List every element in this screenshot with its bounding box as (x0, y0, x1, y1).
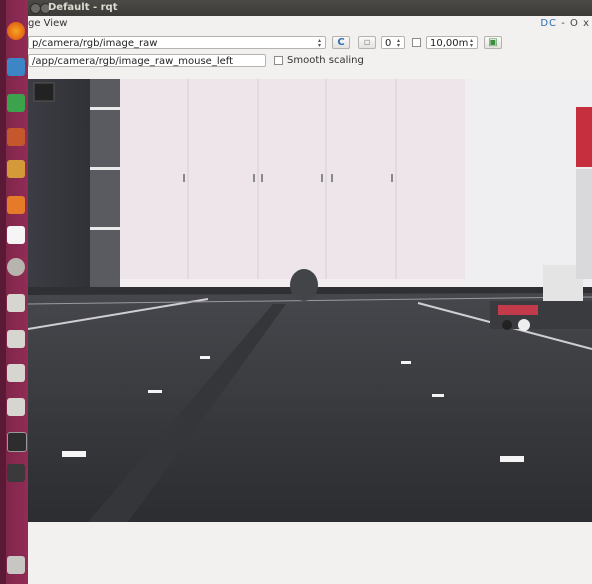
firefox-icon[interactable] (7, 22, 25, 40)
max-range-spinbox[interactable]: 10,00m ▴ ▾ (426, 36, 478, 49)
window-titlebar[interactable]: Default - rqt (28, 0, 592, 16)
pillar (90, 79, 120, 291)
smooth-scaling-checkbox[interactable] (274, 56, 283, 65)
amazon-icon[interactable] (7, 226, 25, 244)
impress-icon[interactable] (7, 128, 25, 146)
spin-arrows-icon: ▴ ▾ (470, 37, 474, 49)
writer-icon[interactable] (7, 160, 25, 178)
files-icon[interactable] (7, 58, 25, 76)
max-range-value: 10,00m (430, 38, 469, 49)
publish-topic-value: /app/camera/rgb/image_raw_mouse_left (32, 56, 234, 67)
save-image-button[interactable]: ▫ (358, 36, 376, 49)
plugin-close-icon[interactable]: - O x (561, 18, 590, 29)
apps-icon[interactable] (7, 464, 25, 482)
settings-icon[interactable] (7, 258, 25, 276)
refresh-button[interactable]: C (332, 36, 350, 49)
software-center-icon[interactable] (7, 196, 25, 214)
smooth-scaling-label: Smooth scaling (287, 55, 364, 66)
calc-icon[interactable] (7, 94, 25, 112)
plugin-controls: DC - O x (540, 18, 590, 29)
dynamic-range-checkbox[interactable] (412, 38, 421, 47)
camera-image[interactable] (28, 79, 592, 522)
publish-topic-input[interactable]: /app/camera/rgb/image_raw_mouse_left (28, 54, 266, 67)
launcher-edge (0, 0, 6, 584)
camera-frame (28, 79, 592, 522)
trash-icon[interactable] (7, 556, 25, 574)
ubuntu-launcher (0, 0, 28, 584)
cabinet-wall (120, 79, 465, 279)
topic-select[interactable]: p/camera/rgb/image_raw ▴ ▾ (28, 36, 326, 49)
obstacle (290, 269, 318, 301)
refresh-icon: C (337, 37, 345, 48)
drive-icon[interactable] (7, 294, 25, 312)
chevron-down-icon: ▴ ▾ (318, 37, 322, 49)
drive-icon[interactable] (7, 330, 25, 348)
terminal-icon[interactable] (7, 432, 27, 452)
drive-icon[interactable] (7, 398, 25, 416)
rotation-spinbox[interactable]: 0 ▴ ▾ (381, 36, 405, 49)
drive-icon[interactable] (7, 364, 25, 382)
window-title: Default - rqt (48, 2, 118, 13)
plugin-help-icon[interactable]: DC (540, 18, 557, 29)
color-scheme-button[interactable]: ▣ (484, 36, 502, 49)
spin-arrows-icon: ▴ ▾ (397, 37, 401, 49)
plugin-title: ge View (28, 18, 68, 29)
topic-value: p/camera/rgb/image_raw (32, 38, 158, 49)
rotation-value: 0 (385, 38, 392, 49)
